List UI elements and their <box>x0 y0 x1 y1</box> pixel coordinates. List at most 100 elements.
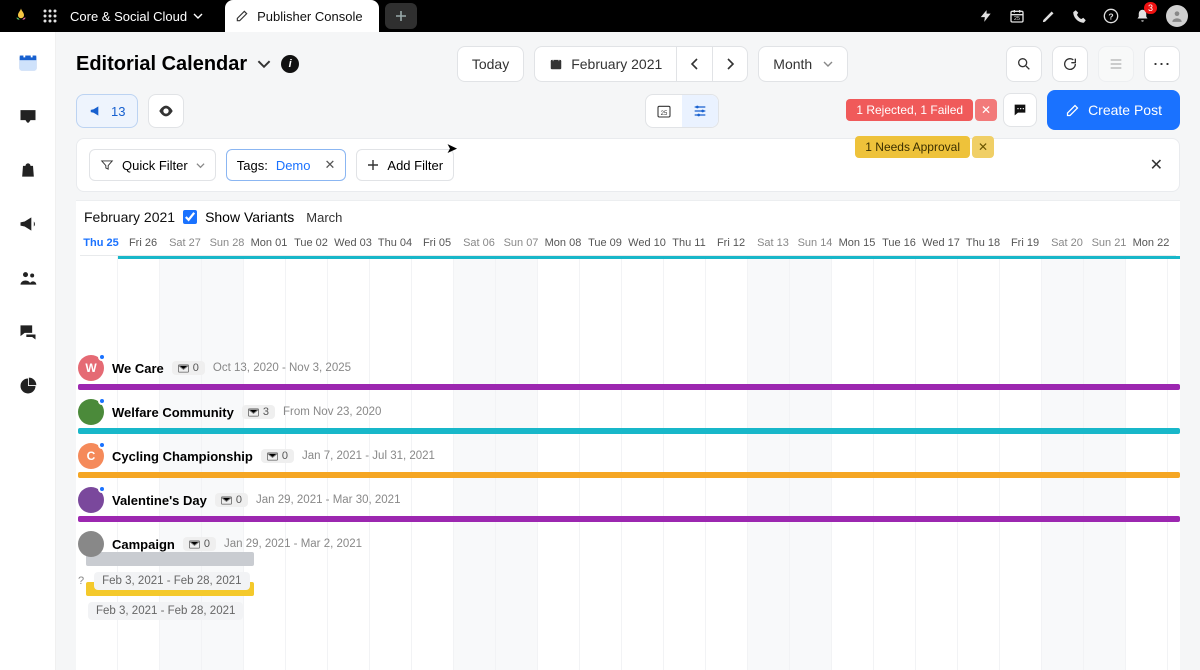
posts-count-chip[interactable]: 13 <box>76 94 138 128</box>
day-header: Thu 18 <box>962 233 1004 255</box>
today-divider <box>118 256 1180 259</box>
row-name: Valentine's Day <box>112 493 207 508</box>
row-date-range: Jan 29, 2021 - Mar 2, 2021 <box>224 538 362 550</box>
row-count-chip[interactable]: 0 <box>172 361 205 375</box>
subrow-date-range: Feb 3, 2021 - Feb 28, 2021 <box>88 602 243 620</box>
filter-tag-demo[interactable]: Tags: Demo ✕ <box>226 149 347 181</box>
row-bar <box>86 552 254 566</box>
day-header: Thu 25 <box>80 233 122 255</box>
show-variants-checkbox[interactable] <box>183 210 197 224</box>
alert-rejected[interactable]: 1 Rejected, 1 Failed <box>846 99 973 121</box>
day-header: Wed 03 <box>332 233 374 255</box>
edit-icon <box>235 9 249 23</box>
timeline-row[interactable]: WWe Care0Oct 13, 2020 - Nov 3, 2025 <box>78 346 1180 390</box>
remove-filter-icon[interactable]: ✕ <box>325 157 336 173</box>
subrow-marker: ? <box>78 575 84 587</box>
workspace-name: Core & Social Cloud <box>70 9 187 24</box>
row-name: Welfare Community <box>112 405 234 420</box>
view-list-button[interactable] <box>1098 46 1134 82</box>
row-date-range: Oct 13, 2020 - Nov 3, 2025 <box>213 362 351 374</box>
list-icon <box>1108 56 1124 72</box>
new-tab-button[interactable] <box>385 3 417 29</box>
chat-button[interactable] <box>1003 93 1037 127</box>
create-post-button[interactable]: Create Post <box>1047 90 1180 130</box>
refresh-button[interactable] <box>1052 46 1088 82</box>
page-header: Editorial Calendar i Today February 2021… <box>56 32 1200 90</box>
alerts: 1 Rejected, 1 Failed✕ Create Post 1 Need… <box>846 90 1180 158</box>
day-header: Tue 09 <box>584 233 626 255</box>
period-label[interactable]: February 2021 <box>534 46 676 82</box>
rail-inbox-icon[interactable] <box>16 104 40 128</box>
settings-view-toggle[interactable] <box>682 95 718 127</box>
day-header: Mon 22 <box>1130 233 1172 255</box>
tab-publisher-console[interactable]: Publisher Console <box>225 0 379 32</box>
day-header: Sun 28 <box>206 233 248 255</box>
person-icon <box>1170 9 1184 23</box>
day-header: Tue 16 <box>878 233 920 255</box>
row-count-chip[interactable]: 3 <box>242 405 275 419</box>
rail-people-icon[interactable] <box>16 266 40 290</box>
rail-megaphone-icon[interactable] <box>16 212 40 236</box>
row-date-range: Jan 29, 2021 - Mar 30, 2021 <box>256 494 401 506</box>
chevron-left-icon <box>690 58 700 70</box>
left-rail <box>0 32 56 670</box>
chevron-down-icon[interactable] <box>257 57 271 71</box>
timeline-row[interactable]: Welfare Community3From Nov 23, 2020 <box>78 390 1180 434</box>
phone-icon[interactable] <box>1072 9 1087 24</box>
subrow-date-range: Feb 3, 2021 - Feb 28, 2021 <box>94 572 249 590</box>
user-avatar[interactable] <box>1166 5 1188 27</box>
timeline-row[interactable]: Valentine's Day 0 Jan 29, 2021 - Mar 30, 2… <box>78 478 1180 522</box>
svg-text:25: 25 <box>1014 16 1020 22</box>
timeline-subrow[interactable]: Feb 3, 2021 - Feb 28, 2021 <box>78 596 1180 626</box>
status-dot-icon <box>98 397 106 405</box>
rail-bag-icon[interactable] <box>16 158 40 182</box>
chat-icon <box>1012 102 1028 118</box>
range-select[interactable]: Month <box>758 46 848 82</box>
add-filter-button[interactable]: Add Filter <box>356 149 454 181</box>
rail-pie-icon[interactable] <box>16 374 40 398</box>
rail-calendar-icon[interactable] <box>16 50 40 74</box>
pencil-icon[interactable] <box>1041 9 1056 24</box>
calendar-icon[interactable]: 25 <box>1009 8 1025 24</box>
chevron-down-icon <box>193 11 203 21</box>
calendar-view-toggle[interactable]: 25 <box>646 95 682 127</box>
show-variants-label: Show Variants <box>205 209 294 225</box>
notifications-icon[interactable]: 3 <box>1135 8 1150 24</box>
chevron-right-icon <box>725 58 735 70</box>
timeline-subrow[interactable]: ? Feb 3, 2021 - Feb 28, 2021 <box>78 566 1180 596</box>
app-launcher-icon[interactable] <box>42 8 58 24</box>
info-icon[interactable]: i <box>281 55 299 73</box>
timeline-row[interactable]: CCycling Championship0Jan 7, 2021 - Jul … <box>78 434 1180 478</box>
period-selector: February 2021 <box>534 46 748 82</box>
row-avatar: C <box>78 443 104 469</box>
row-count-chip[interactable]: 0 <box>215 493 248 507</box>
alert-needs-approval-close[interactable]: ✕ <box>972 136 994 158</box>
svg-text:25: 25 <box>661 111 668 117</box>
search-button[interactable] <box>1006 46 1042 82</box>
brand-logo-icon[interactable] <box>12 7 30 25</box>
next-period-button[interactable] <box>712 46 748 82</box>
bolt-icon[interactable] <box>979 8 993 24</box>
row-name: We Care <box>112 361 164 376</box>
quick-filter[interactable]: Quick Filter <box>89 149 216 181</box>
more-menu-button[interactable]: ⋯ <box>1144 46 1180 82</box>
eye-icon <box>158 105 174 117</box>
day-header: Thu 11 <box>668 233 710 255</box>
row-count-chip[interactable]: 0 <box>183 537 216 551</box>
page-title-group: Editorial Calendar i <box>76 53 299 76</box>
rail-chat-icon[interactable] <box>16 320 40 344</box>
visibility-chip[interactable] <box>148 94 184 128</box>
workspace-switcher[interactable]: Core & Social Cloud <box>70 9 203 24</box>
row-avatar <box>78 487 104 513</box>
mail-icon <box>221 496 232 505</box>
row-name: Cycling Championship <box>112 449 253 464</box>
row-count-chip[interactable]: 0 <box>261 449 294 463</box>
day-header: Thu 04 <box>374 233 416 255</box>
today-button[interactable]: Today <box>457 46 524 82</box>
prev-period-button[interactable] <box>676 46 712 82</box>
timeline-row[interactable]: Campaign0Jan 29, 2021 - Mar 2, 2021 <box>78 522 1180 566</box>
alert-needs-approval[interactable]: 1 Needs Approval <box>855 136 970 158</box>
help-icon[interactable]: ? <box>1103 8 1119 24</box>
alert-rejected-close[interactable]: ✕ <box>975 99 997 121</box>
search-icon <box>1016 56 1032 72</box>
